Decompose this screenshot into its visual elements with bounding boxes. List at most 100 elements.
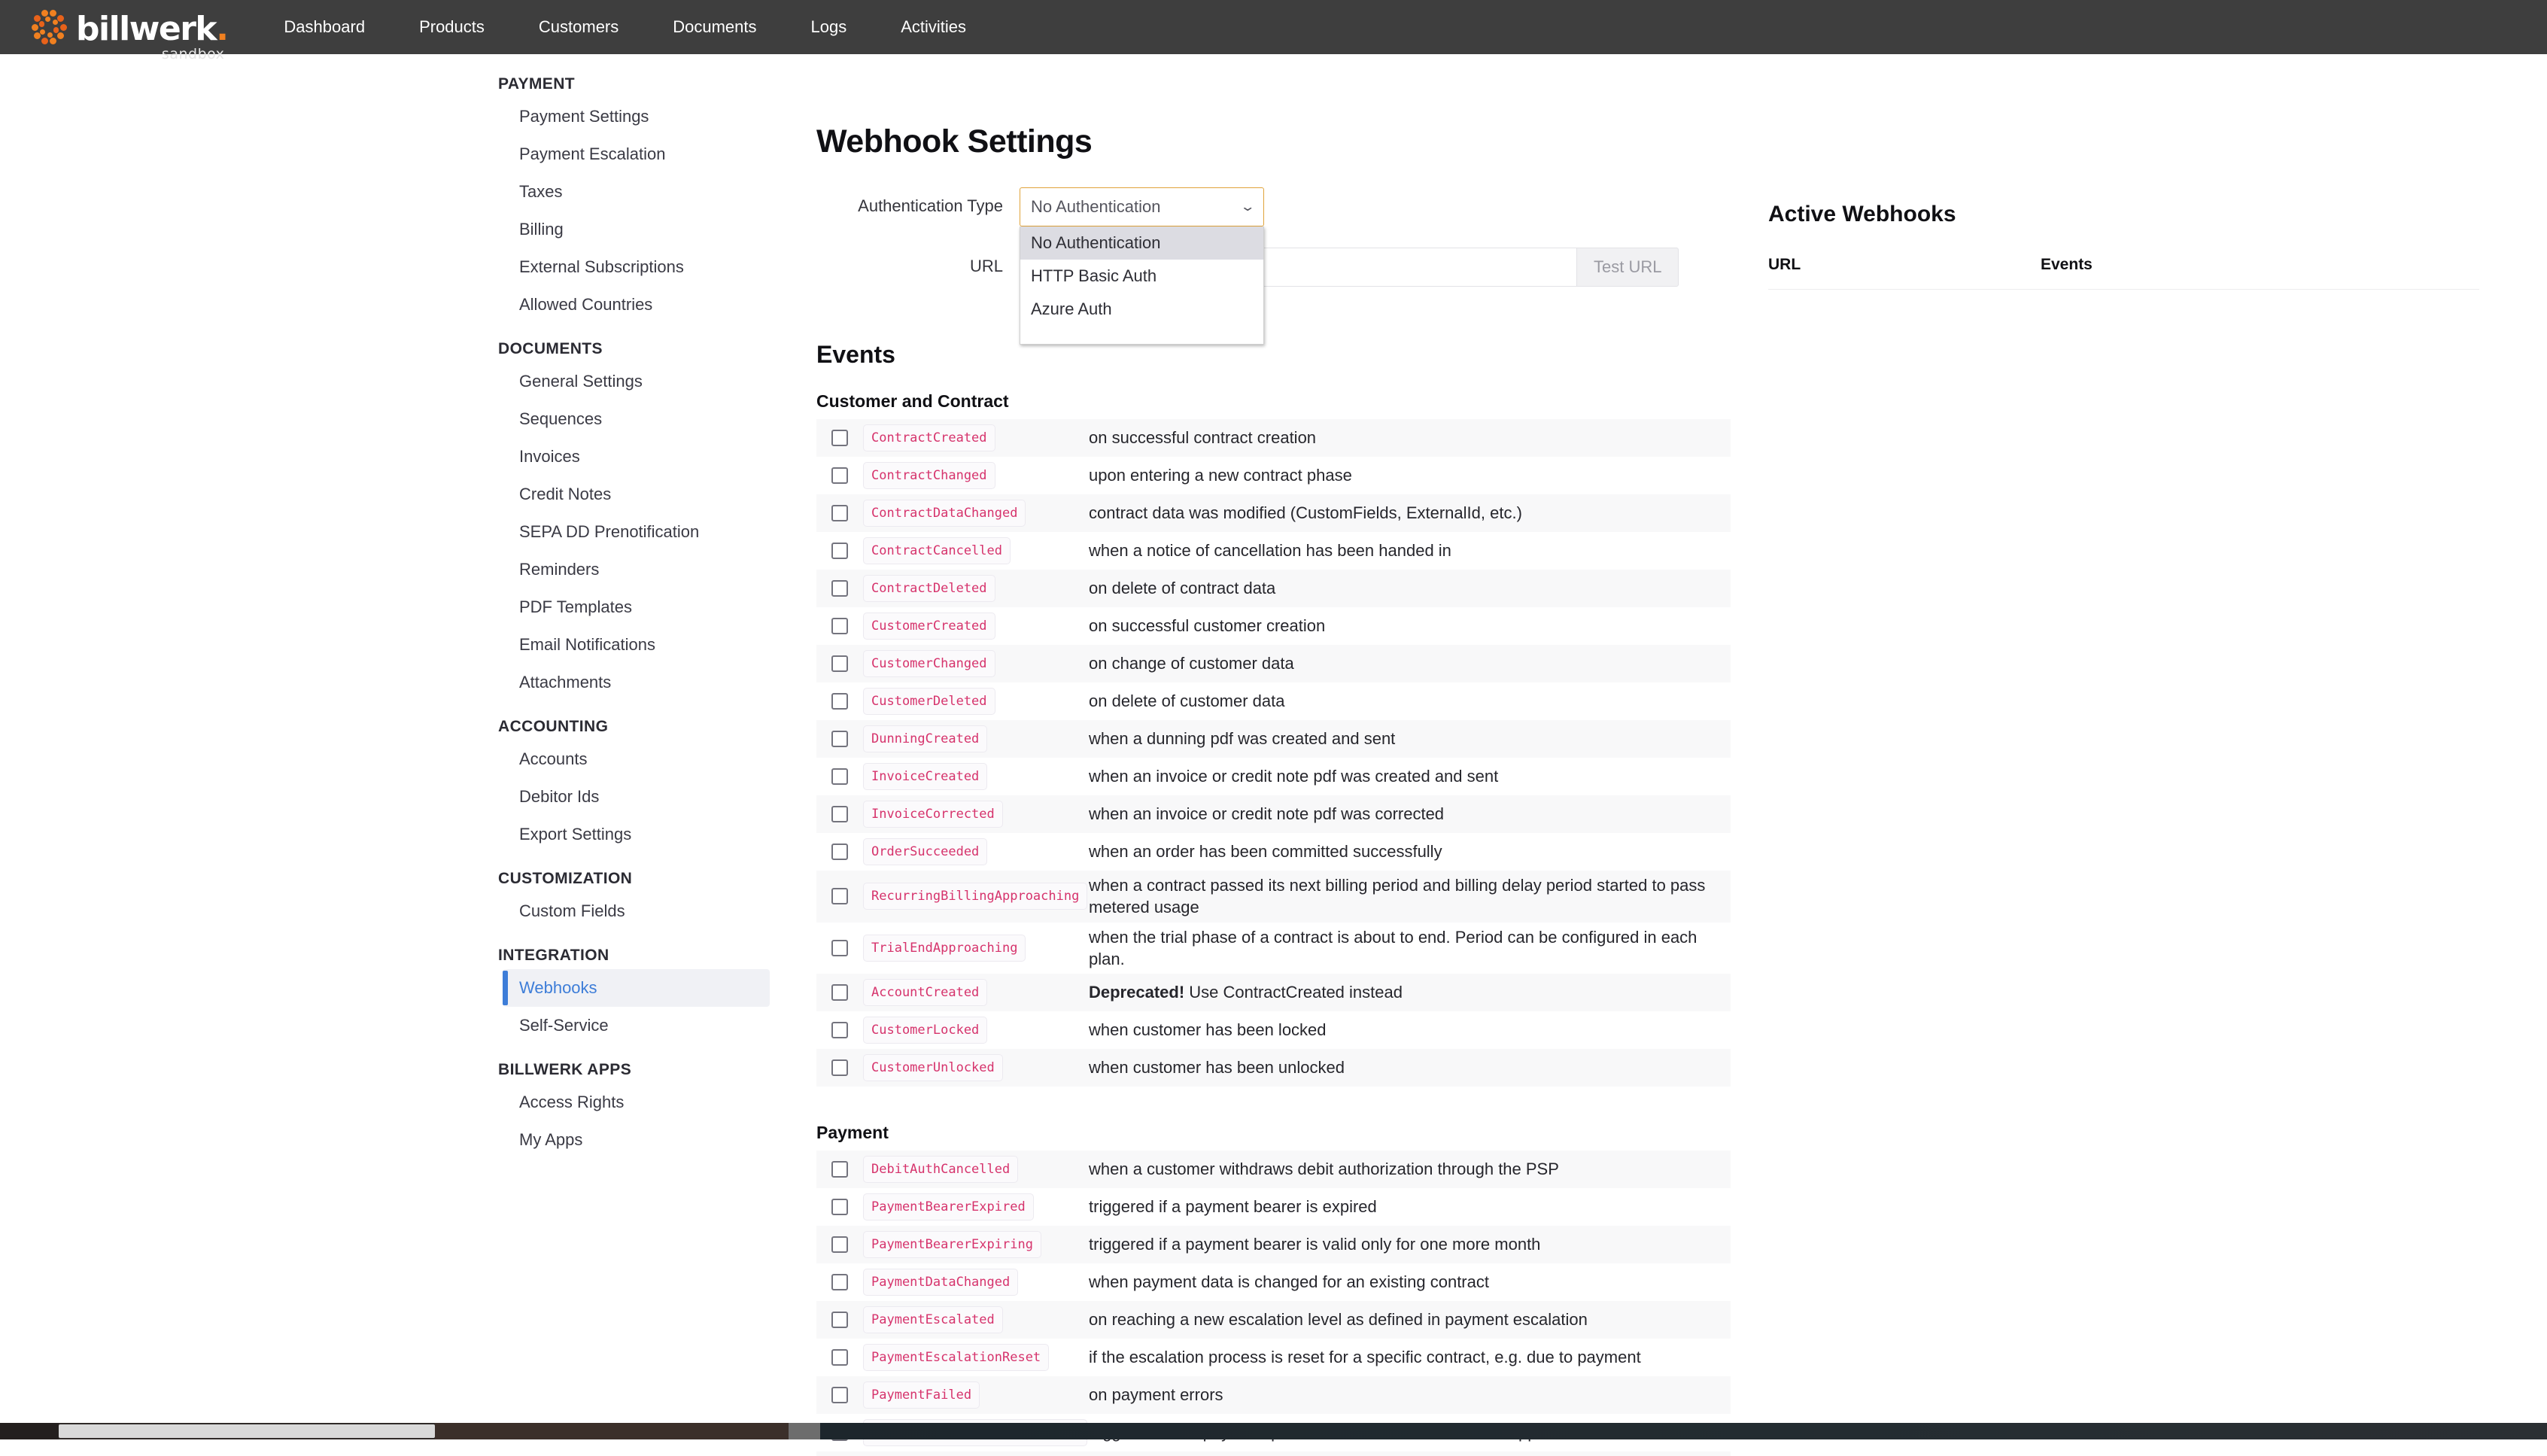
- event-checkbox[interactable]: [831, 806, 848, 822]
- table-row[interactable]: InvoiceCorrected when an invoice or credi…: [816, 795, 1731, 833]
- table-row[interactable]: ContractCancelled when a notice of cancel…: [816, 532, 1731, 570]
- sidebar-item-debitor-ids[interactable]: Debitor Ids: [503, 778, 770, 816]
- table-row[interactable]: PaymentBearerExpiring triggered if a paym…: [816, 1226, 1731, 1263]
- sidebar-item-export-settings[interactable]: Export Settings: [503, 816, 770, 853]
- event-checkbox[interactable]: [831, 888, 848, 905]
- auth-option-no-authentication[interactable]: No Authentication: [1020, 226, 1263, 260]
- event-checkbox[interactable]: [831, 1059, 848, 1076]
- event-name-cell: PaymentDataChanged: [863, 1269, 1089, 1296]
- event-checkbox[interactable]: [831, 543, 848, 559]
- table-row[interactable]: PaymentEscalationReset if the escalation …: [816, 1339, 1731, 1376]
- sidebar-item-payment-settings[interactable]: Payment Settings: [503, 98, 770, 135]
- sidebar-item-custom-fields[interactable]: Custom Fields: [503, 892, 770, 930]
- nav-link-activities[interactable]: Activities: [901, 11, 966, 43]
- sidebar-item-invoices[interactable]: Invoices: [503, 438, 770, 476]
- table-row[interactable]: CustomerCreated on successful customer cr…: [816, 607, 1731, 645]
- scrollbar-thumb[interactable]: [59, 1424, 435, 1438]
- event-checkbox[interactable]: [831, 467, 848, 484]
- event-checkbox[interactable]: [831, 1387, 848, 1403]
- sidebar-item-credit-notes[interactable]: Credit Notes: [503, 476, 770, 513]
- table-row[interactable]: ContractDataChanged contract data was mod…: [816, 494, 1731, 532]
- nav-link-customers[interactable]: Customers: [539, 11, 619, 43]
- event-checkbox[interactable]: [831, 1022, 848, 1038]
- event-checkbox[interactable]: [831, 768, 848, 785]
- event-checkbox[interactable]: [831, 505, 848, 521]
- event-checkbox[interactable]: [831, 844, 848, 860]
- table-row[interactable]: OrderSucceeded when an order has been com…: [816, 833, 1731, 871]
- table-row[interactable]: InvoiceCreated when an invoice or credit …: [816, 758, 1731, 795]
- table-row[interactable]: RecurringBillingApproaching when a contra…: [816, 871, 1731, 923]
- auth-option-http-basic-auth[interactable]: HTTP Basic Auth: [1020, 260, 1263, 293]
- event-code-badge: PaymentBearerExpiring: [863, 1231, 1041, 1258]
- sidebar-item-sepa-dd-prenotification[interactable]: SEPA DD Prenotification: [503, 513, 770, 551]
- event-checkbox[interactable]: [831, 693, 848, 710]
- event-checkbox[interactable]: [831, 1312, 848, 1328]
- event-code-badge: CustomerChanged: [863, 650, 995, 677]
- sidebar-item-reminders[interactable]: Reminders: [503, 551, 770, 588]
- event-checkbox[interactable]: [831, 1199, 848, 1215]
- settings-sidebar: PAYMENT Payment Settings Payment Escalatio…: [0, 54, 786, 1159]
- table-row[interactable]: TrialEndApproaching when the trial phase …: [816, 923, 1731, 974]
- table-row[interactable]: PaymentBearerExpired triggered if a payme…: [816, 1188, 1731, 1226]
- nav-link-dashboard[interactable]: Dashboard: [284, 11, 365, 43]
- auth-option-azure-auth[interactable]: Azure Auth: [1020, 293, 1263, 326]
- sidebar-item-sequences[interactable]: Sequences: [503, 400, 770, 438]
- event-checkbox[interactable]: [831, 984, 848, 1001]
- event-checkbox[interactable]: [831, 580, 848, 597]
- events-table: ContractCreated on successful contract cr…: [816, 419, 1731, 1087]
- event-checkbox[interactable]: [831, 1349, 848, 1366]
- event-checkbox[interactable]: [831, 1274, 848, 1290]
- sidebar-item-attachments[interactable]: Attachments: [503, 664, 770, 701]
- sidebar-item-allowed-countries[interactable]: Allowed Countries: [503, 286, 770, 324]
- event-description: upon entering a new contract phase: [1089, 466, 1352, 485]
- event-description: if the escalation process is reset for a…: [1089, 1348, 1641, 1367]
- sidebar-item-pdf-templates[interactable]: PDF Templates: [503, 588, 770, 626]
- horizontal-scrollbar[interactable]: [0, 1423, 2547, 1439]
- event-checkbox[interactable]: [831, 731, 848, 747]
- table-row[interactable]: DebitAuthCancelled when a customer withdr…: [816, 1151, 1731, 1188]
- sidebar-item-taxes[interactable]: Taxes: [503, 173, 770, 211]
- sidebar-item-payment-escalation[interactable]: Payment Escalation: [503, 135, 770, 173]
- sidebar-item-general-settings[interactable]: General Settings: [503, 363, 770, 400]
- table-row[interactable]: CustomerUnlocked when customer has been u…: [816, 1049, 1731, 1087]
- sidebar-item-webhooks[interactable]: Webhooks: [503, 969, 770, 1007]
- sidebar-item-billing[interactable]: Billing: [503, 211, 770, 248]
- table-row[interactable]: CustomerLocked when customer has been loc…: [816, 1011, 1731, 1049]
- table-row[interactable]: CustomerDeleted on delete of customer dat…: [816, 682, 1731, 720]
- event-code-badge: DebitAuthCancelled: [863, 1156, 1019, 1183]
- table-row[interactable]: PaymentDataChanged when payment data is c…: [816, 1263, 1731, 1301]
- table-row[interactable]: AccountCreated Deprecated! Use ContractCr…: [816, 974, 1731, 1011]
- authentication-type-select[interactable]: No Authentication ⌄: [1020, 187, 1264, 226]
- test-url-button[interactable]: Test URL: [1576, 248, 1679, 287]
- nav-link-logs[interactable]: Logs: [811, 11, 847, 43]
- sidebar-item-my-apps[interactable]: My Apps: [503, 1121, 770, 1159]
- table-row[interactable]: DunningCreated when a dunning pdf was cre…: [816, 720, 1731, 758]
- event-checkbox[interactable]: [831, 939, 848, 956]
- table-row[interactable]: PaymentEscalated on reaching a new escala…: [816, 1301, 1731, 1339]
- event-name-cell: ContractChanged: [863, 462, 1089, 489]
- table-row[interactable]: ContractDeleted on delete of contract dat…: [816, 570, 1731, 607]
- nav-link-documents[interactable]: Documents: [673, 11, 756, 43]
- table-row[interactable]: ContractCreated on successful contract cr…: [816, 419, 1731, 457]
- sidebar-item-access-rights[interactable]: Access Rights: [503, 1084, 770, 1121]
- authentication-type-dropdown-menu: No Authentication HTTP Basic Auth Azure Au…: [1020, 226, 1264, 345]
- table-row[interactable]: PaymentRegisteredon manual payment regis…: [816, 1451, 1731, 1456]
- sidebar-item-accounts[interactable]: Accounts: [503, 740, 770, 778]
- event-checkbox[interactable]: [831, 1236, 848, 1253]
- event-checkbox[interactable]: [831, 430, 848, 446]
- brand-logo[interactable]: billwerk. sandbox: [29, 7, 229, 62]
- event-checkbox[interactable]: [831, 1161, 848, 1178]
- sidebar-group-title-payment: PAYMENT: [498, 75, 575, 93]
- billwerk-dots-logo-icon: [29, 7, 69, 47]
- sidebar-item-external-subscriptions[interactable]: External Subscriptions: [503, 248, 770, 286]
- event-checkbox[interactable]: [831, 655, 848, 672]
- deprecated-label: Deprecated!: [1089, 983, 1185, 1002]
- table-row[interactable]: PaymentFailed on payment errors: [816, 1376, 1731, 1414]
- sidebar-item-email-notifications[interactable]: Email Notifications: [503, 626, 770, 664]
- nav-link-products[interactable]: Products: [419, 11, 485, 43]
- event-checkbox[interactable]: [831, 618, 848, 634]
- sidebar-item-self-service[interactable]: Self-Service: [503, 1007, 770, 1044]
- table-row[interactable]: ContractChanged upon entering a new contr…: [816, 457, 1731, 494]
- scrollbar-track-mid: [435, 1423, 789, 1439]
- table-row[interactable]: CustomerChanged on change of customer dat…: [816, 645, 1731, 682]
